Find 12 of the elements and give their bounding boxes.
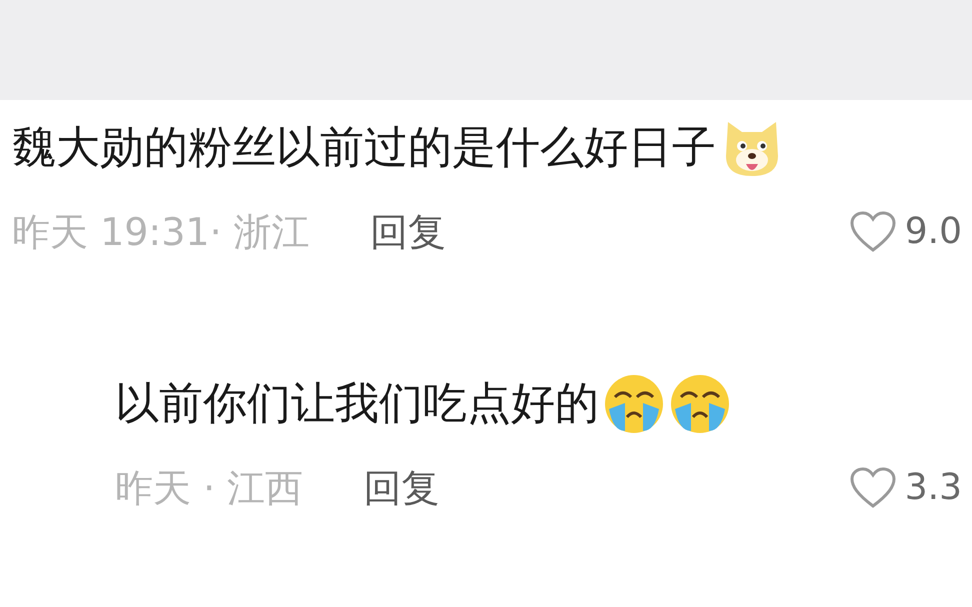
crying-face-icon [603, 373, 665, 435]
comment-meta: 昨天 19:31· 浙江 [12, 208, 310, 256]
comment-meta: 昨天 · 江西 [115, 464, 304, 512]
comment-text: 以前你们让我们吃点好的 [115, 377, 599, 431]
reply-button[interactable]: 回复 [363, 460, 440, 516]
heart-icon[interactable] [848, 466, 897, 510]
crying-face-icon [669, 373, 731, 435]
comment-text: 魏大勋的粉丝以前过的是什么好日子 [12, 121, 716, 175]
reply-button[interactable]: 回复 [370, 204, 446, 260]
like-count: 9.0 [904, 210, 962, 254]
like-count: 3.3 [904, 466, 962, 510]
heart-icon[interactable] [848, 210, 897, 254]
